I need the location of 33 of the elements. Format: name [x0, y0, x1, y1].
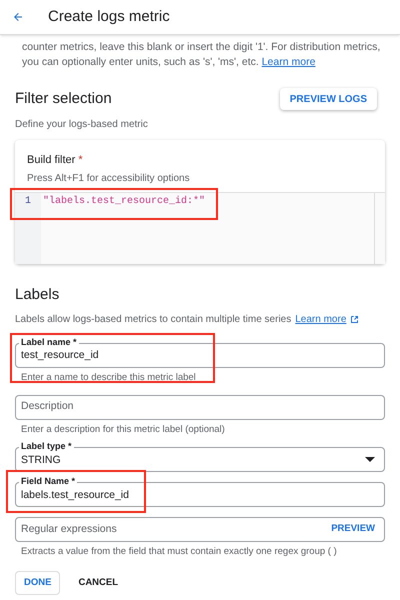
- field-value: STRING: [21, 452, 62, 468]
- learn-more-link[interactable]: Learn more: [262, 56, 316, 68]
- section-description: Labels allow logs-based metrics to contain multiple time series: [15, 312, 292, 326]
- line-number: 1: [24, 195, 32, 209]
- back-arrow-icon[interactable]: [12, 11, 24, 23]
- field-value: test_resource_id: [21, 348, 100, 364]
- dropdown-caret-icon[interactable]: [365, 457, 375, 462]
- page-title: Create logs metric: [48, 6, 170, 27]
- form-button[interactable]: DONE: [15, 571, 60, 596]
- editor-label: Build filter *: [26, 152, 84, 168]
- preview-button[interactable]: PREVIEW: [331, 522, 375, 537]
- intro-text: counter metrics, leave this blank or insert the digit '1'. For distribution metrics, you can optionally enter units, such as 's', 'ms', etc. Learn more: [21, 40, 382, 70]
- field-label: Label name *: [19, 336, 79, 348]
- code-editor[interactable]: 1 "labels.test_resource_id:*": [15, 192, 385, 264]
- field-label: Field Name *: [19, 476, 78, 487]
- external-link-icon: [350, 314, 360, 324]
- section-title: Labels: [15, 285, 60, 305]
- preview-logs-button[interactable]: PREVIEW LOGS: [280, 88, 377, 110]
- code-line: "labels.test_resource_id:*": [42, 195, 206, 209]
- form-button[interactable]: CANCEL: [74, 571, 122, 596]
- section-title: Filter selection: [15, 89, 112, 109]
- input-field[interactable]: Regular expressions PREVIEW: [15, 517, 385, 542]
- field-placeholder: Regular expressions: [21, 522, 118, 537]
- learn-more-link[interactable]: Learn more: [295, 312, 360, 326]
- field-placeholder: Description: [21, 399, 75, 414]
- helper-text: Enter a description for this metric label (optional): [20, 422, 226, 437]
- input-field[interactable]: Description: [15, 394, 385, 420]
- section-description: Define your logs-based metric: [15, 118, 149, 132]
- helper-text: Extracts a value from the field that must contain exactly one regex group ( ): [20, 545, 338, 559]
- field-label: Label type *: [19, 441, 74, 452]
- field-value: labels.test_resource_id: [21, 488, 130, 503]
- editor-hint: Press Alt+F1 for accessibility options: [26, 172, 191, 186]
- helper-text: Enter a name to describe this metric label: [20, 370, 197, 384]
